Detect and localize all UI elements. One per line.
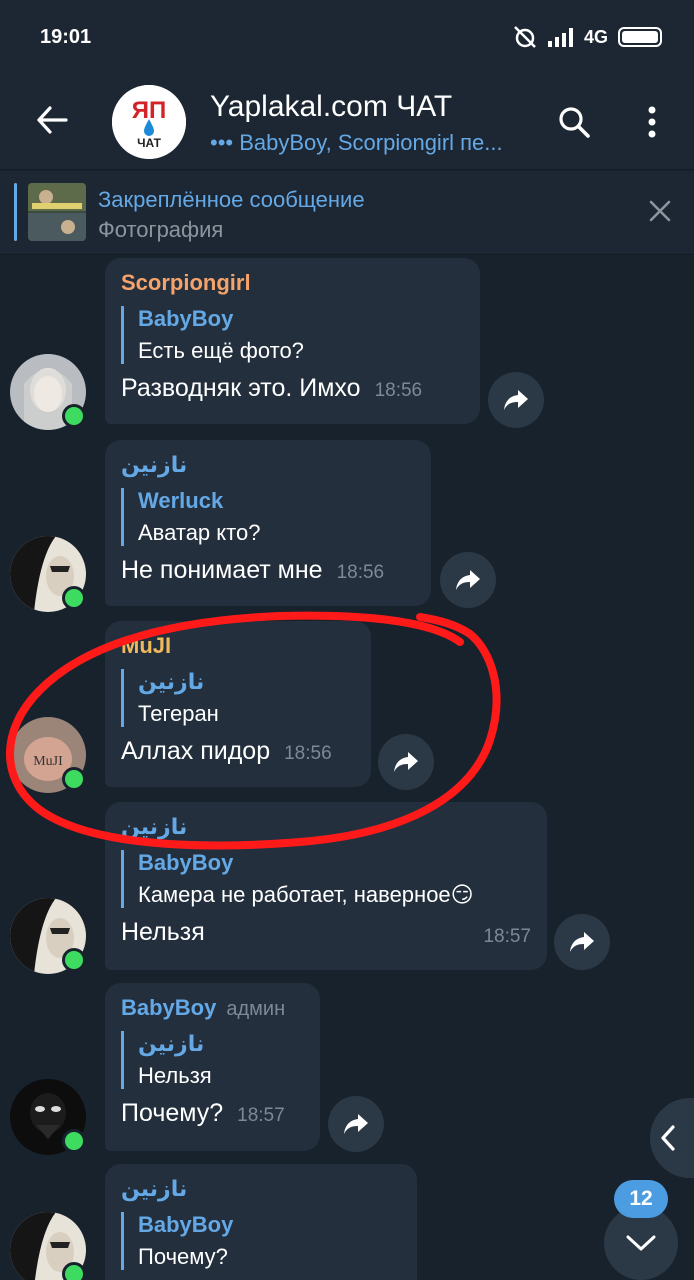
chat-avatar[interactable]: ЯП ЧАТ bbox=[112, 85, 186, 159]
share-arrow-icon bbox=[570, 932, 594, 952]
side-panel-toggle[interactable] bbox=[650, 1098, 694, 1178]
share-button[interactable] bbox=[328, 1096, 384, 1152]
chat-logo: ЯП ЧАТ bbox=[112, 85, 186, 159]
admin-badge: админ bbox=[226, 998, 286, 1020]
reply-sender: BabyBoy bbox=[138, 306, 234, 331]
online-indicator bbox=[62, 948, 86, 972]
arrow-left-icon bbox=[37, 106, 68, 134]
share-button[interactable] bbox=[554, 914, 610, 970]
share-arrow-icon bbox=[344, 1114, 368, 1134]
reply-text: Камера не работает, наверное😏 bbox=[138, 882, 474, 907]
reply-quote[interactable]: BabyBoy Почему? bbox=[121, 1212, 401, 1270]
status-bar: 19:01 4G bbox=[0, 0, 694, 72]
message-text: Не понимает мне bbox=[121, 556, 323, 584]
signal-icon bbox=[547, 28, 573, 47]
reply-text: Нельзя bbox=[138, 1063, 212, 1088]
pinned-text: Фотография bbox=[98, 217, 224, 242]
message-time: 18:57 bbox=[483, 926, 531, 947]
logo-text-bottom: ЧАТ bbox=[137, 136, 162, 150]
status-icons: 4G bbox=[512, 24, 662, 50]
reply-sender: نازنین bbox=[138, 1031, 205, 1056]
message-sender[interactable]: Scorpiongirl bbox=[121, 270, 464, 296]
online-indicator bbox=[62, 1262, 86, 1280]
reply-text: Аватар кто? bbox=[138, 520, 261, 545]
alarm-off-icon bbox=[514, 26, 536, 48]
message-bubble[interactable]: نازنین Werluck Аватар кто? Не понимает м… bbox=[105, 440, 431, 606]
network-type: 4G bbox=[583, 26, 608, 47]
message-text: Нельзя bbox=[121, 918, 205, 946]
message-time: 18:56 bbox=[374, 380, 423, 401]
message-sender[interactable]: نازنین bbox=[121, 452, 415, 478]
message-bubble[interactable]: Scorpiongirl BabyBoy Есть ещё фото? Разв… bbox=[105, 258, 480, 424]
message-bubble[interactable]: BabyBoy админ نازنین Нельзя Почему? 18:57 bbox=[105, 983, 320, 1151]
reply-sender: Werluck bbox=[138, 488, 224, 513]
more-vertical-icon bbox=[648, 106, 656, 138]
close-icon bbox=[649, 200, 671, 222]
share-button[interactable] bbox=[488, 372, 544, 428]
unread-count-badge: 12 bbox=[614, 1180, 668, 1218]
pinned-title: Закреплённое сообщение bbox=[98, 187, 365, 212]
red-circle-annotation bbox=[6, 611, 501, 850]
back-button[interactable] bbox=[28, 96, 76, 144]
reply-text: Почему? bbox=[138, 1244, 228, 1269]
pinned-accent-line bbox=[14, 183, 17, 241]
reply-quote[interactable]: Werluck Аватар кто? bbox=[121, 488, 415, 546]
chevron-left-icon bbox=[661, 1125, 675, 1151]
message-sender[interactable]: نازنین bbox=[121, 1176, 401, 1202]
sender-name[interactable]: BabyBoy bbox=[121, 995, 216, 1020]
pinned-photo-thumbnail bbox=[28, 183, 86, 241]
share-arrow-icon bbox=[504, 390, 528, 410]
battery-icon bbox=[618, 27, 662, 47]
status-time: 19:01 bbox=[40, 26, 92, 48]
reply-text: Есть ещё фото? bbox=[138, 338, 304, 363]
chat-title[interactable]: Yaplakal.com ЧАТ bbox=[210, 90, 452, 124]
reply-quote[interactable]: BabyBoy Есть ещё фото? bbox=[121, 306, 464, 364]
reply-sender: BabyBoy bbox=[138, 1212, 234, 1237]
pinned-close-button[interactable] bbox=[642, 193, 678, 229]
reply-quote[interactable]: نازنین Нельзя bbox=[121, 1031, 304, 1089]
message-sender[interactable]: BabyBoy админ bbox=[121, 995, 304, 1021]
online-indicator bbox=[62, 404, 86, 428]
typing-status: ••• BabyBoy, Scorpiongirl пе... bbox=[210, 130, 503, 155]
message-time: 18:57 bbox=[237, 1105, 285, 1126]
search-button[interactable] bbox=[552, 100, 596, 144]
chat-header: ЯП ЧАТ Yaplakal.com ЧАТ ••• BabyBoy, Sco… bbox=[0, 72, 694, 170]
more-menu-button[interactable] bbox=[630, 100, 674, 144]
online-indicator bbox=[62, 1129, 86, 1153]
search-icon bbox=[559, 107, 590, 138]
pinned-message-bar[interactable]: Закреплённое сообщение Фотография bbox=[0, 171, 694, 255]
message-text: Разводняк это. Имхо bbox=[121, 374, 361, 402]
chevron-down-icon bbox=[626, 1235, 656, 1251]
message-time: 18:56 bbox=[336, 562, 385, 583]
share-arrow-icon bbox=[456, 570, 480, 590]
message-text: Почему? bbox=[121, 1099, 224, 1127]
message-bubble[interactable]: نازنین BabyBoy Почему? bbox=[105, 1164, 417, 1280]
